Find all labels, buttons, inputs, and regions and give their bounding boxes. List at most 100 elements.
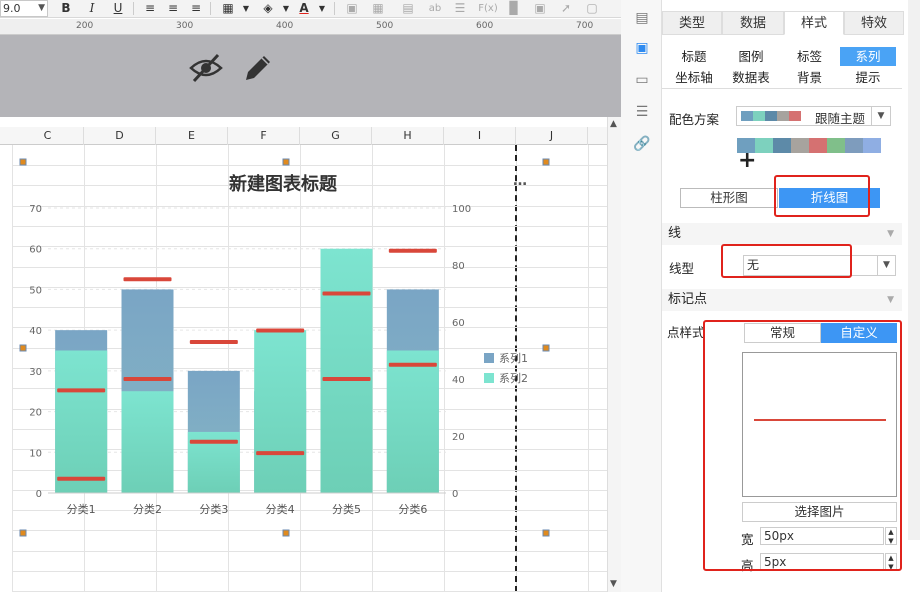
palette-swatch[interactable] (863, 138, 881, 153)
subtab-tooltip[interactable]: 提示 (840, 68, 896, 87)
column-header-e[interactable]: E (156, 127, 228, 145)
font-size-select[interactable]: 9.0 ▼ (0, 0, 48, 17)
more-icon[interactable]: ▢ (582, 0, 602, 17)
column-header-row: C D E F G H I J (0, 127, 607, 145)
scroll-down-icon[interactable]: ▼ (610, 579, 617, 589)
grid-line (12, 571, 607, 572)
bar-series2 (121, 391, 174, 493)
tab-type[interactable]: 类型 (662, 11, 722, 35)
align-center-icon[interactable]: ≡ (163, 0, 183, 17)
text-ab-icon[interactable]: ab (425, 0, 445, 17)
subtab-series[interactable]: 系列 (840, 47, 896, 66)
chevron-down-icon[interactable]: ▼ (38, 1, 45, 16)
list-icon[interactable]: ☰ (450, 0, 470, 17)
palette-swatch[interactable] (827, 138, 845, 153)
scroll-up-icon[interactable]: ▲ (610, 119, 617, 129)
line-marker (189, 339, 238, 344)
table-icon[interactable]: ▦ (368, 0, 388, 17)
subtab-legend[interactable]: 图例 (723, 47, 779, 66)
bar-chart-button[interactable]: 柱形图 (680, 188, 778, 208)
chart-icon[interactable]: ▉ (504, 0, 524, 17)
color-scheme-label: 配色方案 (669, 112, 720, 127)
panel-scrollbar[interactable] (908, 0, 920, 540)
section-line[interactable]: 线 ▼ (662, 223, 902, 245)
caret-down-icon[interactable]: ▼ (887, 289, 894, 311)
bar-series2 (320, 248, 373, 493)
ruler-mark: 300 (176, 21, 194, 31)
chevron-down-icon[interactable]: ▼ (312, 0, 332, 17)
divider (662, 88, 902, 89)
ruler-mark: 700 (576, 21, 594, 31)
chevron-down-icon[interactable]: ▼ (871, 107, 890, 125)
legend-swatch (484, 353, 494, 363)
chevron-down-icon[interactable]: ▼ (276, 0, 296, 17)
link-icon[interactable]: 🔗 (632, 134, 652, 154)
chart-settings-icon[interactable]: ▣ (632, 38, 652, 58)
column-header-d[interactable]: D (84, 127, 156, 145)
column-header-c[interactable]: C (12, 127, 84, 145)
vertical-scrollbar[interactable]: ▲ ▼ (607, 117, 621, 592)
palette-swatch[interactable] (809, 138, 827, 153)
color-scheme-select[interactable]: 跟随主题 ▼ (736, 106, 891, 126)
underline-button[interactable]: U (108, 0, 128, 17)
subtab-background[interactable]: 背景 (781, 68, 838, 87)
right-axis-tick: 100 (452, 204, 471, 215)
bold-button[interactable]: B (56, 0, 76, 17)
resize-handle (19, 344, 27, 352)
insert-row-icon[interactable]: ▤ (398, 0, 418, 17)
properties-icon[interactable]: ▤ (632, 8, 652, 28)
eye-slash-icon[interactable] (188, 52, 224, 84)
section-marker[interactable]: 标记点 ▼ (662, 289, 902, 311)
font-color-icon[interactable]: A (294, 0, 314, 17)
column-header-g[interactable]: G (300, 127, 372, 145)
chevron-down-icon[interactable]: ▼ (236, 0, 256, 17)
subtab-label[interactable]: 标签 (781, 47, 838, 66)
side-icon-strip: ▤ ▣ ▭ ☰ 🔗 (621, 0, 662, 592)
right-axis-tick: 80 (452, 261, 465, 272)
line-marker (57, 388, 106, 393)
align-right-icon[interactable]: ≡ (186, 0, 206, 17)
italic-button[interactable]: I (82, 0, 102, 17)
add-color-button[interactable]: + (738, 150, 756, 172)
palette-swatch[interactable] (773, 138, 791, 153)
column-header-f[interactable]: F (228, 127, 300, 145)
fill-color-icon[interactable]: ◈ (258, 0, 278, 17)
subtab-axis[interactable]: 坐标轴 (667, 68, 721, 87)
bar-series2 (254, 330, 307, 493)
column-header-j[interactable]: J (516, 127, 588, 145)
palette-swatch[interactable] (755, 138, 773, 153)
subtab-datatable[interactable]: 数据表 (723, 68, 779, 87)
line-marker (256, 328, 305, 333)
tab-style[interactable]: 样式 (784, 11, 844, 35)
align-left-icon[interactable]: ≡ (140, 0, 160, 17)
legend-label: 系列1 (499, 351, 528, 365)
pointer-icon[interactable]: ➚ (556, 0, 576, 17)
category-label: 分类2 (133, 502, 162, 516)
widget-icon[interactable]: ▭ (632, 70, 652, 90)
image-icon[interactable]: ▣ (530, 0, 550, 17)
border-icon[interactable]: ▦ (218, 0, 238, 17)
merge-cells-icon[interactable]: ▣ (342, 0, 362, 17)
chart[interactable]: 新建图表标题 0 10 20 30 40 50 60 70 0 20 40 60 80 100 分类1 分类2 分… (0, 145, 607, 545)
formula-icon[interactable]: F(x) (476, 0, 500, 17)
column-header-h[interactable]: H (372, 127, 444, 145)
column-header-i[interactable]: I (444, 127, 516, 145)
tab-effect[interactable]: 特效 (844, 11, 904, 35)
left-axis-tick: 50 (29, 285, 42, 296)
caret-down-icon[interactable]: ▼ (887, 223, 894, 245)
legend-swatch (484, 373, 494, 383)
palette-swatch[interactable] (791, 138, 809, 153)
left-axis-tick: 10 (29, 448, 42, 459)
chevron-down-icon[interactable]: ▼ (877, 256, 895, 275)
more-options-icon: … (513, 173, 527, 189)
category-label: 分类1 (67, 502, 96, 516)
ruler-mark: 400 (276, 21, 294, 31)
category-label: 分类5 (332, 502, 361, 516)
ruler-mark: 500 (376, 21, 394, 31)
tab-data[interactable]: 数据 (722, 11, 784, 35)
palette-swatch[interactable] (845, 138, 863, 153)
pencil-icon[interactable] (242, 52, 274, 84)
chart-title: 新建图表标题 (229, 173, 338, 195)
layers-icon[interactable]: ☰ (632, 102, 652, 122)
subtab-title[interactable]: 标题 (667, 47, 721, 66)
